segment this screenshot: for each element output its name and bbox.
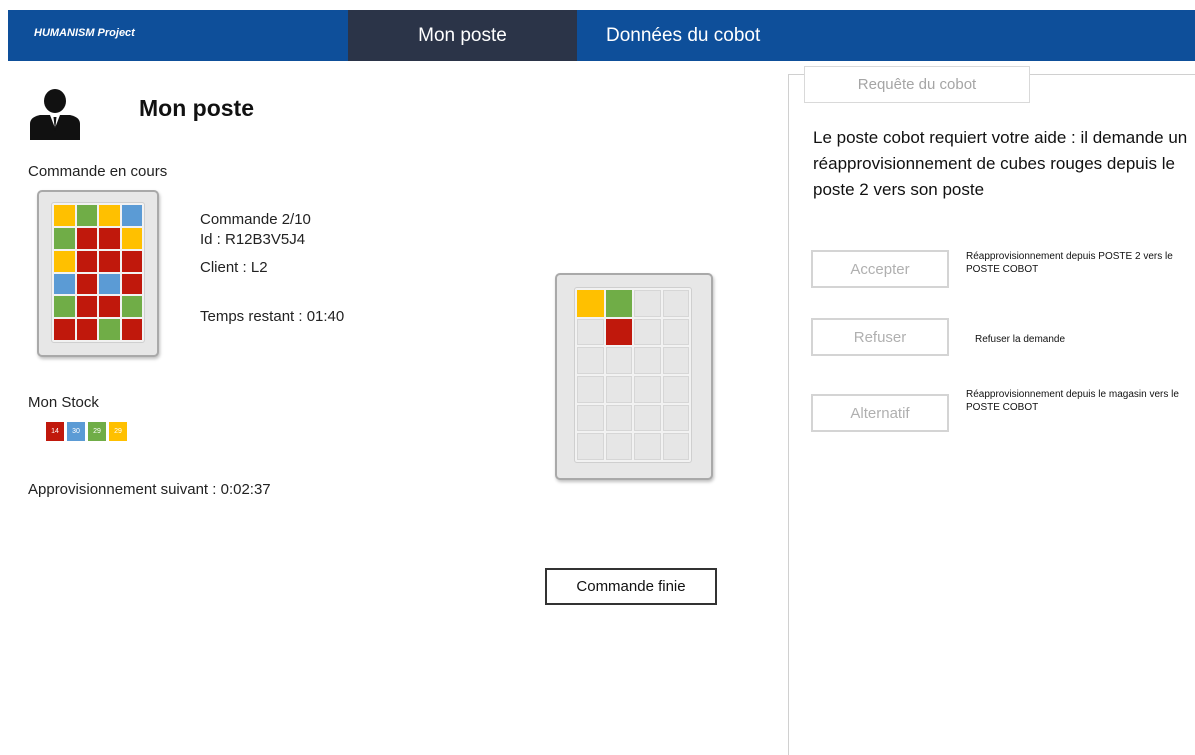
cube-yellow <box>54 250 75 272</box>
tray-slot-empty <box>662 433 689 460</box>
tray-slot-empty <box>634 375 661 403</box>
work-tray-grid <box>574 287 692 463</box>
alternative-description: Réapprovisionnement depuis le magasin ve… <box>966 389 1179 413</box>
tray-slot-empty <box>577 433 604 460</box>
tray-slot-empty <box>662 375 689 403</box>
order-tray <box>37 190 159 357</box>
cube-green <box>121 296 142 318</box>
tab-donnees-cobot[interactable]: Données du cobot <box>606 10 760 61</box>
cube-red <box>76 250 97 272</box>
cube-yellow <box>99 205 120 226</box>
page-title: Mon poste <box>139 95 254 121</box>
stock-badge-blue: 30 <box>67 422 85 441</box>
refuse-description: Refuser la demande <box>975 334 1066 345</box>
tray-slot-empty <box>605 404 632 432</box>
tray-slot-empty <box>577 318 604 346</box>
cube-red <box>605 318 632 346</box>
cube-blue <box>54 273 75 295</box>
cube-red <box>121 273 142 295</box>
work-tray <box>555 273 713 480</box>
next-supply-timer: Approvisionnement suivant : 0:02:37 <box>28 481 271 498</box>
order-id: Id : R12B3V5J4 <box>200 231 306 248</box>
accept-button[interactable]: Accepter <box>811 250 949 288</box>
cube-green <box>76 205 97 226</box>
time-remaining: Temps restant : 01:40 <box>200 308 345 325</box>
tray-slot-empty <box>662 290 689 317</box>
refuse-button[interactable]: Refuser <box>811 318 949 356</box>
cube-red <box>76 227 97 249</box>
cobot-request-tab[interactable]: Requête du cobot <box>804 66 1030 103</box>
top-navigation-bar: HUMANISM Project Mon poste Données du co… <box>8 10 1195 61</box>
brand-label: HUMANISM Project <box>34 27 135 39</box>
stock-badges: 14 30 29 29 <box>46 422 130 441</box>
cube-red <box>54 319 75 340</box>
accept-description: Réapprovisionnement depuis POSTE 2 vers … <box>966 251 1173 275</box>
cube-green <box>54 227 75 249</box>
cube-red <box>121 250 142 272</box>
cube-yellow <box>121 227 142 249</box>
cube-red <box>99 296 120 318</box>
cube-red <box>99 250 120 272</box>
cobot-request-message: Le poste cobot requiert votre aide : il … <box>813 128 1188 199</box>
cube-green <box>99 319 120 340</box>
tray-slot-empty <box>634 433 661 460</box>
tray-slot-empty <box>662 404 689 432</box>
tray-slot-empty <box>577 404 604 432</box>
tray-slot-empty <box>605 375 632 403</box>
stock-label: Mon Stock <box>28 394 99 411</box>
tray-slot-empty <box>662 347 689 374</box>
cube-blue <box>121 205 142 226</box>
cube-green <box>54 296 75 318</box>
tray-slot-empty <box>634 290 661 317</box>
cube-red <box>76 273 97 295</box>
cube-red <box>76 319 97 340</box>
tray-slot-empty <box>634 404 661 432</box>
tray-slot-empty <box>605 347 632 374</box>
stock-badge-green: 29 <box>88 422 106 441</box>
cube-red <box>121 319 142 340</box>
stock-badge-red: 14 <box>46 422 64 441</box>
tray-slot-empty <box>577 347 604 374</box>
tray-slot-empty <box>577 375 604 403</box>
tray-slot-empty <box>662 318 689 346</box>
cube-green <box>605 290 632 317</box>
cube-yellow <box>577 290 604 317</box>
cube-blue <box>99 273 120 295</box>
stock-badge-yellow: 29 <box>109 422 127 441</box>
tab-mon-poste[interactable]: Mon poste <box>348 10 577 61</box>
tray-slot-empty <box>634 347 661 374</box>
user-icon <box>30 89 80 140</box>
tray-slot-empty <box>634 318 661 346</box>
current-order-label: Commande en cours <box>28 163 168 180</box>
cube-red <box>99 227 120 249</box>
order-done-button[interactable]: Commande finie <box>545 568 717 605</box>
cube-yellow <box>54 205 75 226</box>
tray-slot-empty <box>605 433 632 460</box>
order-client: Client : L2 <box>200 259 268 276</box>
alternative-button[interactable]: Alternatif <box>811 394 949 432</box>
order-tray-grid <box>51 202 145 343</box>
cube-red <box>76 296 97 318</box>
order-number: Commande 2/10 <box>200 211 311 228</box>
